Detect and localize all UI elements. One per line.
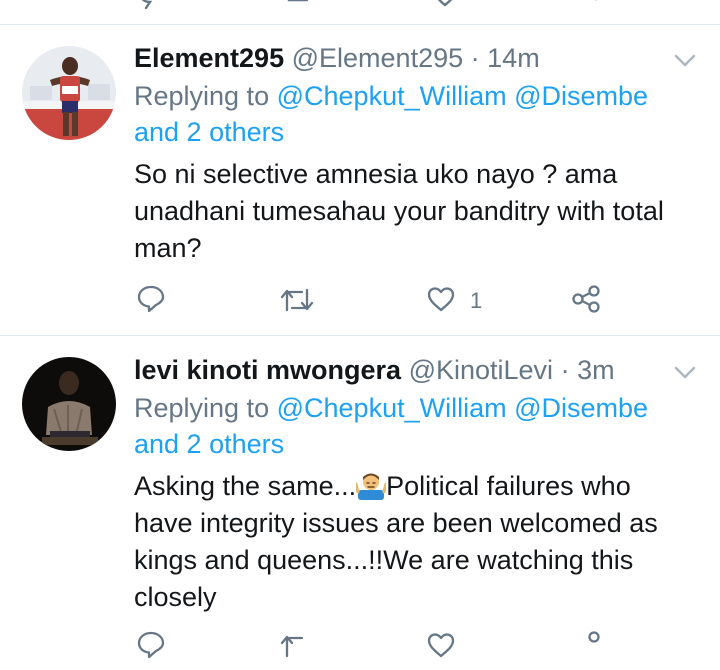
share-icon[interactable] — [574, 0, 604, 12]
replying-to-prefix: Replying to — [134, 81, 270, 111]
user-handle[interactable]: @KinotiLevi — [409, 355, 553, 385]
man-shrugging-emoji — [356, 473, 387, 500]
tweet-actions: 1 — [0, 282, 720, 322]
retweet-icon[interactable] — [280, 286, 314, 314]
mention-link[interactable]: @Disembe — [514, 81, 648, 111]
display-name[interactable]: levi kinoti mwongera — [134, 355, 401, 385]
like-icon[interactable] — [430, 0, 460, 12]
mention-link[interactable]: @Chepkut_William — [277, 393, 507, 423]
like-count: 1 — [470, 288, 483, 313]
timestamp[interactable]: 14m — [487, 43, 540, 73]
display-name[interactable]: Element295 — [134, 43, 284, 73]
avatar[interactable] — [22, 46, 116, 140]
tweet-text: Asking the same... Political failures wh… — [134, 468, 694, 616]
avatar-person-image — [22, 357, 116, 451]
previous-tweet-actions — [0, 0, 720, 24]
separator-dot: · — [560, 355, 570, 385]
tweet[interactable]: Element295 @Element295 · 14m Replying to… — [0, 40, 720, 335]
replying-to: Replying to @Chepkut_William @Disembe an… — [134, 78, 694, 150]
replying-to-prefix: Replying to — [134, 393, 270, 423]
like-icon[interactable] — [426, 631, 456, 659]
tweet-header: levi kinoti mwongera @KinotiLevi · 3m — [134, 354, 615, 386]
others-link[interactable]: and 2 others — [134, 429, 284, 459]
retweet-icon[interactable] — [280, 632, 314, 660]
others-link[interactable]: and 2 others — [134, 117, 284, 147]
reply-icon[interactable] — [136, 630, 166, 660]
mention-link[interactable]: @Chepkut_William — [277, 81, 507, 111]
user-handle[interactable]: @Element295 — [292, 43, 464, 73]
tweet[interactable]: levi kinoti mwongera @KinotiLevi · 3m Re… — [0, 352, 720, 659]
reply-icon[interactable] — [136, 284, 166, 314]
chevron-down-icon[interactable] — [672, 362, 698, 382]
avatar-athlete-image — [22, 46, 116, 140]
chevron-down-icon[interactable] — [672, 50, 698, 70]
retweet-icon[interactable] — [285, 0, 315, 12]
mention-link[interactable]: @Disembe — [514, 393, 648, 423]
tweet-divider — [0, 335, 720, 336]
replying-to: Replying to @Chepkut_William @Disembe an… — [134, 390, 694, 462]
tweet-actions — [0, 630, 720, 670]
share-icon[interactable] — [570, 284, 602, 314]
avatar[interactable] — [22, 357, 116, 451]
separator-dot: · — [470, 43, 480, 73]
share-icon[interactable] — [570, 630, 602, 660]
tweet-text: So ni selective amnesia uko nayo ? ama u… — [134, 159, 664, 263]
tweet-header: Element295 @Element295 · 14m — [134, 42, 540, 74]
tweet-divider — [0, 24, 720, 25]
reply-icon[interactable] — [136, 0, 166, 12]
timestamp[interactable]: 3m — [577, 355, 615, 385]
tweet-text-part: Asking the same... — [134, 471, 357, 501]
like-icon[interactable] — [426, 285, 456, 313]
